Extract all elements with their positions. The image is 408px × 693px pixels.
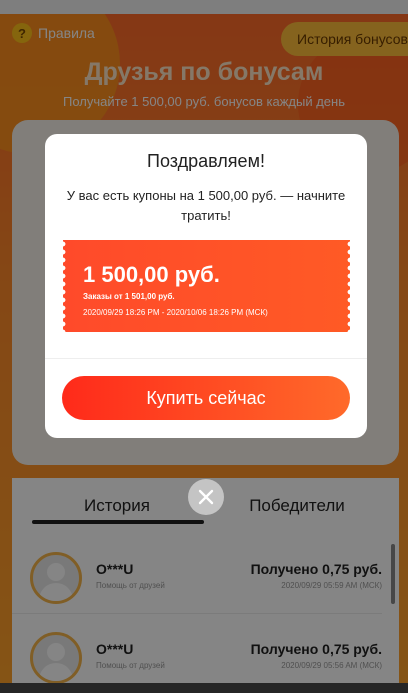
coupon-ticket: 1 500,00 руб. Заказы от 1 501,00 руб. 20… bbox=[60, 240, 353, 332]
modal-title: Поздравляем! bbox=[147, 151, 265, 171]
coupon-condition: Заказы от 1 501,00 руб. bbox=[83, 292, 175, 301]
coupon-modal: Поздравляем! У вас есть купоны на 1 500,… bbox=[45, 134, 367, 438]
divider bbox=[45, 358, 367, 359]
close-button[interactable] bbox=[188, 479, 224, 515]
buy-now-button[interactable]: Купить сейчас bbox=[62, 376, 350, 420]
coupon-amount: 1 500,00 руб. bbox=[83, 262, 220, 287]
close-icon bbox=[198, 489, 214, 505]
modal-message: У вас есть купоны на 1 500,00 руб. — нач… bbox=[66, 188, 346, 223]
coupon-period: 2020/09/29 18:26 PM - 2020/10/06 18:26 P… bbox=[83, 308, 268, 317]
